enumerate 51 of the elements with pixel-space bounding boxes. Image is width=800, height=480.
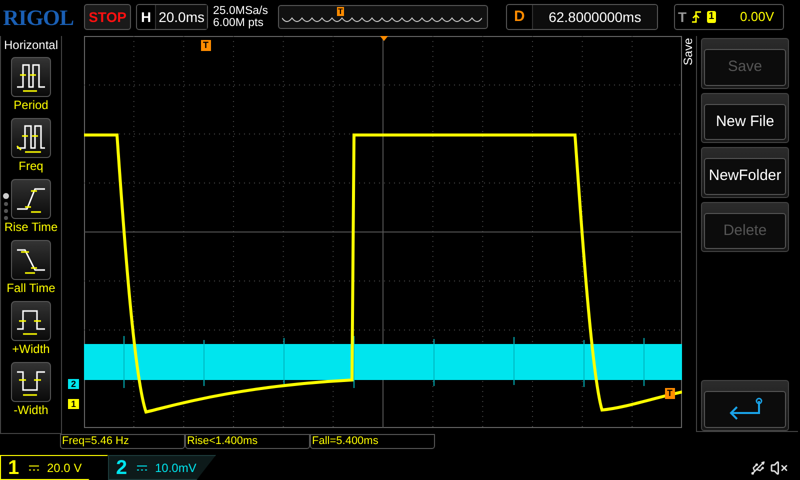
softkey-button[interactable]: NewFolder xyxy=(701,147,789,198)
measure-label: -Width xyxy=(14,402,48,418)
measure-button[interactable] xyxy=(11,57,51,97)
timebase-label: H xyxy=(140,8,152,26)
measure-label: Rise Time xyxy=(4,219,58,235)
trigger-panel[interactable]: T 1 0.00V xyxy=(674,4,784,30)
channel-scale: 20.0 V xyxy=(47,460,82,476)
trigger-level-marker: T xyxy=(665,388,674,399)
trigger-source: 1 xyxy=(706,11,716,23)
dc-coupling-icon xyxy=(29,464,39,470)
measure-button[interactable] xyxy=(11,179,51,219)
channel-scale: 10.0mV xyxy=(155,460,196,476)
channel-number: 1 xyxy=(7,456,20,480)
measure-button[interactable] xyxy=(11,362,51,402)
measure-label: Freq xyxy=(18,158,44,174)
rising-edge-icon xyxy=(692,10,702,24)
center-marker-icon xyxy=(380,36,388,41)
trigger-label: T xyxy=(678,8,687,26)
trigger-level: 0.00V xyxy=(739,8,775,26)
measure-button[interactable] xyxy=(11,118,51,158)
menu-title: Horizontal xyxy=(4,38,58,52)
measurement-readout: Fall=5.400ms xyxy=(310,434,435,449)
dc-coupling-icon xyxy=(137,464,147,470)
softkey-button[interactable]: New File xyxy=(701,92,789,144)
usb-icon xyxy=(750,460,766,476)
measure-label: Fall Time xyxy=(6,280,56,296)
trigger-time-marker: T xyxy=(201,40,210,51)
delay-value: 62.8000000ms xyxy=(532,5,657,29)
run-stop-button[interactable]: STOP xyxy=(84,4,131,30)
brand-logo: RIGOL xyxy=(3,4,75,32)
memory-depth: 6.00M pts xyxy=(213,17,264,29)
delay-panel[interactable]: D 62.8000000ms xyxy=(506,4,658,30)
measure-button[interactable] xyxy=(11,240,51,280)
menu-title: Save xyxy=(681,38,695,66)
channel-tab[interactable]: 2 10.0mV xyxy=(108,455,216,480)
delay-label: D xyxy=(513,6,526,27)
timebase-value: 20.0ms xyxy=(155,5,207,29)
measure-label: +Width xyxy=(12,341,50,357)
channel-level-marker: 2 xyxy=(68,379,80,389)
measure-label: Period xyxy=(14,97,48,113)
timebase-panel[interactable]: H 20.0ms xyxy=(136,4,208,30)
channel-level-marker: 1 xyxy=(68,399,80,409)
channel-tab[interactable]: 1 20.0 V xyxy=(0,455,108,480)
trigger-position-marker: T xyxy=(337,7,344,16)
speaker-muted-icon xyxy=(770,458,788,476)
measurement-readout: Rise<1.400ms xyxy=(185,434,310,449)
measurement-readout: Freq=5.46 Hz xyxy=(60,434,185,449)
channel-number: 2 xyxy=(115,456,128,480)
measure-button[interactable] xyxy=(11,301,51,341)
return-button[interactable] xyxy=(701,380,789,431)
sample-rate: 25.0MSa/s xyxy=(213,5,269,17)
